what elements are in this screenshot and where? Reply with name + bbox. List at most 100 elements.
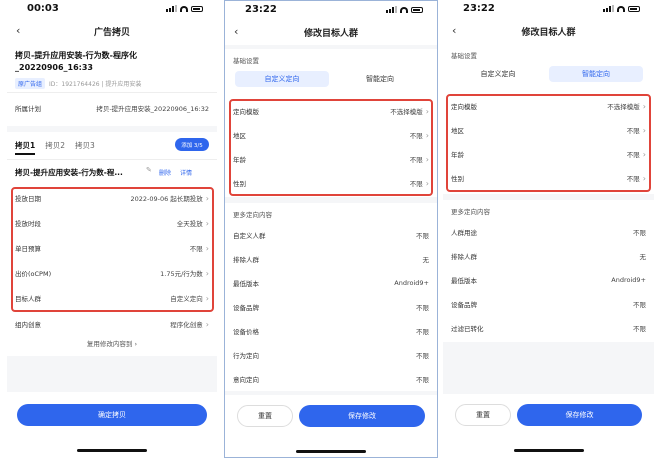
- row-label: 行为定向: [233, 352, 259, 360]
- wifi-icon: [617, 5, 625, 12]
- wifi-icon: [400, 6, 408, 13]
- detail-link[interactable]: 详情: [180, 168, 192, 177]
- signal-icon: [603, 5, 614, 12]
- bottom-bar: 重置 保存修改: [225, 395, 437, 457]
- chevron-right-icon: ›: [134, 340, 138, 348]
- row-value: Android9+: [394, 279, 429, 287]
- row-creative[interactable]: 组内创意 程序化创意 ›: [15, 314, 209, 334]
- page-title: 广告拷贝: [93, 28, 130, 38]
- row-label: 意向定向: [233, 376, 259, 384]
- more-targeting-label: 更多定向内容: [233, 211, 272, 219]
- reset-button[interactable]: 重置: [237, 405, 293, 427]
- nav-bar: ‹ 修改目标人群: [225, 19, 437, 45]
- home-indicator: [513, 449, 584, 452]
- highlight-box: [229, 99, 433, 196]
- row-device-price[interactable]: 设备价格 不限: [233, 321, 429, 341]
- row-value: 不限: [416, 352, 429, 360]
- row-min-version[interactable]: 最低版本 Android9+: [451, 270, 646, 290]
- copy-config-card: 拷贝1 拷贝2 拷贝3 添加 3/5 拷贝-提升应用安装-行为数-程... ✎ …: [7, 132, 217, 356]
- phone-edit-audience-smart: 23:22 ‹ 修改目标人群 基础设置 自定义定向 智能定向 定向模版 不选择模…: [443, 0, 654, 458]
- row-device-brand[interactable]: 设备品牌 不限: [233, 297, 429, 317]
- highlight-box: [11, 187, 214, 312]
- divider: [7, 159, 217, 160]
- home-indicator: [77, 449, 147, 452]
- phone-ad-copy: 00:03 ‹ 广告拷贝 拷贝-提升应用安装-行为数-程序化_20220906_…: [7, 0, 217, 458]
- status-time: 00:03: [27, 3, 59, 14]
- row-value: 不限: [416, 376, 429, 384]
- row-label: 最低版本: [451, 277, 477, 285]
- nav-bar: ‹ 广告拷贝: [7, 18, 217, 44]
- row-label: 过滤已转化: [451, 325, 484, 333]
- chevron-right-icon: ›: [205, 319, 209, 329]
- row-value: 无: [639, 253, 647, 261]
- plan-value: 拷贝-提升应用安装_20220906_16:32: [96, 105, 209, 113]
- edit-icon[interactable]: ✎: [146, 166, 152, 174]
- page-title: 修改目标人群: [521, 28, 576, 38]
- row-label: 设备品牌: [233, 304, 259, 312]
- reuse-link[interactable]: 复用修改内容到 ›: [7, 338, 217, 348]
- row-label: 最低版本: [233, 280, 259, 288]
- tab-copy-1[interactable]: 拷贝1: [15, 140, 36, 155]
- delete-link[interactable]: 删除: [159, 168, 171, 177]
- row-label: 自定义人群: [233, 232, 266, 240]
- row-exclude-audience[interactable]: 排除人群 无: [233, 249, 429, 269]
- plan-row: 所属计划 拷贝-提升应用安装_20220906_16:32: [15, 98, 209, 118]
- signal-icon: [386, 6, 397, 13]
- row-label: 排除人群: [451, 253, 477, 261]
- tab-custom-targeting[interactable]: 自定义定向: [235, 71, 329, 87]
- bottom-bar: 确定拷贝: [7, 392, 217, 458]
- basic-settings-card: 基础设置 自定义定向 智能定向 定向模版 不选择模版 › 地区 不限 › 年龄 不限…: [443, 44, 654, 194]
- status-time: 23:22: [245, 4, 277, 15]
- tab-smart-targeting[interactable]: 智能定向: [333, 71, 427, 87]
- reset-button[interactable]: 重置: [455, 404, 511, 426]
- tab-copy-2[interactable]: 拷贝2: [45, 140, 65, 155]
- bottom-bar: 重置 保存修改: [443, 394, 654, 458]
- signal-icon: [166, 5, 177, 12]
- tab-smart-targeting[interactable]: 智能定向: [549, 66, 643, 82]
- ad-meta: 原广告组 ID：1921764426 | 提升应用安装: [15, 78, 141, 89]
- save-button[interactable]: 保存修改: [517, 404, 642, 426]
- row-filter-converted[interactable]: 过滤已转化 不限: [451, 318, 646, 338]
- confirm-copy-button[interactable]: 确定拷贝: [17, 404, 207, 426]
- row-device-brand[interactable]: 设备品牌 不限: [451, 294, 646, 314]
- tab-custom-targeting[interactable]: 自定义定向: [451, 66, 545, 82]
- row-value: Android9+: [611, 276, 646, 284]
- basic-settings-label: 基础设置: [233, 57, 259, 65]
- row-label: 设备价格: [233, 328, 259, 336]
- copy-name: 拷贝-提升应用安装-行为数-程...: [15, 168, 123, 177]
- save-button[interactable]: 保存修改: [299, 405, 425, 427]
- plan-label: 所属计划: [15, 105, 41, 113]
- status-bar: 23:22: [443, 0, 654, 18]
- ad-id-line: ID：1921764426 | 提升应用安装: [49, 81, 142, 88]
- row-audience-usage[interactable]: 人群用途 不限: [451, 222, 646, 242]
- ad-group-tag: 原广告组: [15, 78, 46, 89]
- row-min-version[interactable]: 最低版本 Android9+: [233, 273, 429, 293]
- row-label: 组内创意: [15, 321, 41, 329]
- row-value: 不限: [633, 325, 646, 333]
- status-icons: [166, 5, 203, 12]
- tab-copy-3[interactable]: 拷贝3: [75, 140, 95, 155]
- add-copy-button[interactable]: 添加 3/5: [175, 138, 209, 151]
- row-value: 程序化创意: [170, 321, 203, 329]
- row-intent-targeting[interactable]: 意向定向 不限: [233, 369, 429, 389]
- battery-icon: [628, 5, 640, 12]
- phone-edit-audience-custom: 23:22 ‹ 修改目标人群 基础设置 自定义定向 智能定向 定向模版 不选择模…: [224, 0, 438, 458]
- battery-icon: [411, 6, 423, 13]
- status-icons: [603, 5, 640, 12]
- ad-info-card: 拷贝-提升应用安装-行为数-程序化_20220906_16:33 原广告组 ID…: [7, 44, 217, 126]
- row-value: 不限: [416, 232, 429, 240]
- row-exclude-audience[interactable]: 排除人群 无: [451, 246, 646, 266]
- status-bar: 00:03: [7, 0, 217, 18]
- row-behavior-targeting[interactable]: 行为定向 不限: [233, 345, 429, 365]
- more-targeting-card: 更多定向内容 人群用途 不限 排除人群 无 最低版本 Android9+ 设备品…: [443, 200, 654, 342]
- row-value: 不限: [633, 229, 646, 237]
- wifi-icon: [180, 5, 188, 12]
- basic-settings-card: 基础设置 自定义定向 智能定向 定向模版 不选择模版 › 地区 不限 › 年龄 不限…: [225, 49, 437, 197]
- row-custom-audience[interactable]: 自定义人群 不限: [233, 225, 429, 245]
- more-targeting-card: 更多定向内容 自定义人群 不限 排除人群 无 最低版本 Android9+ 设备…: [225, 203, 437, 391]
- row-value: 无: [422, 256, 430, 264]
- page-title: 修改目标人群: [303, 29, 358, 39]
- battery-icon: [191, 5, 203, 12]
- more-targeting-label: 更多定向内容: [451, 208, 490, 216]
- row-value: 不限: [633, 301, 646, 309]
